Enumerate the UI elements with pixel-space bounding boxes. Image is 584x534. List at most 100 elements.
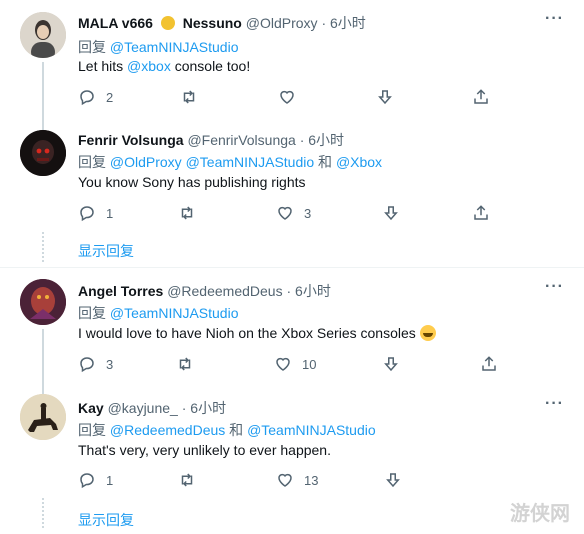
display-name[interactable]: Angel Torres: [78, 283, 163, 299]
timestamp[interactable]: · 6小时: [300, 132, 344, 148]
like-button[interactable]: [278, 86, 296, 108]
retweet-icon: [181, 206, 193, 220]
avatar[interactable]: [20, 12, 66, 58]
tweet-header: Angel Torres @RedeemedDeus · 6小时: [78, 281, 331, 301]
reply-button[interactable]: 1: [78, 202, 113, 224]
heart-icon: [280, 90, 294, 104]
share-button[interactable]: [472, 202, 490, 224]
show-replies-link[interactable]: 显示回复: [78, 510, 134, 530]
avatar[interactable]: [20, 130, 66, 176]
downvote-button[interactable]: [382, 353, 400, 375]
like-button[interactable]: 10: [274, 353, 316, 375]
reply-icon: [80, 473, 94, 489]
handle[interactable]: @kayjune_: [108, 400, 178, 416]
handle[interactable]: @OldProxy: [246, 15, 318, 31]
downvote-button[interactable]: [382, 202, 400, 224]
retweet-button[interactable]: [178, 202, 196, 224]
arrow-down-icon: [384, 357, 398, 372]
thread-more-connector: [42, 232, 46, 262]
share-button[interactable]: [480, 353, 498, 375]
reply-button[interactable]: 2: [78, 86, 113, 108]
mention-link[interactable]: @RedeemedDeus: [110, 422, 225, 438]
tweet-4[interactable]: Kay @kayjune_ · 6小时 ··· 回复 @RedeemedDeus…: [0, 386, 584, 534]
retweet-icon: [183, 90, 195, 104]
reply-and: 和: [314, 154, 336, 170]
arrow-down-icon: [386, 473, 400, 488]
tweet-actions: 2: [78, 86, 498, 108]
reply-count: 1: [106, 472, 114, 488]
arrow-down-icon: [378, 90, 392, 105]
reply-prefix: 回复: [78, 422, 106, 438]
more-options-button[interactable]: ···: [545, 10, 564, 28]
mention-link[interactable]: @xbox: [127, 58, 171, 74]
retweet-button[interactable]: [180, 86, 198, 108]
reply-icon: [80, 90, 94, 106]
arrow-down-icon: [384, 206, 398, 221]
mention-link[interactable]: @TeamNINJAStudio: [110, 39, 239, 55]
share-icon: [482, 356, 496, 371]
retweet-button[interactable]: [176, 353, 194, 375]
reply-button[interactable]: 1: [78, 469, 113, 491]
reply-button[interactable]: 3: [78, 353, 113, 375]
like-button[interactable]: 3: [276, 202, 311, 224]
reply-context: 回复 @RedeemedDeus 和 @TeamNINJAStudio: [78, 420, 376, 440]
reply-count: 2: [106, 89, 114, 105]
heart-icon: [278, 206, 292, 220]
reply-context: 回复 @TeamNINJAStudio: [78, 37, 238, 57]
downvote-button[interactable]: [384, 469, 402, 491]
display-name[interactable]: Kay: [78, 400, 104, 416]
reply-icon: [80, 206, 94, 222]
timestamp[interactable]: · 6小时: [321, 15, 365, 31]
tweet-3[interactable]: Angel Torres @RedeemedDeus · 6小时 ··· 回复 …: [0, 268, 584, 395]
like-count: 13: [304, 472, 319, 488]
avatar[interactable]: [20, 394, 66, 440]
tweet-text: That's very, very unlikely to ever happe…: [78, 442, 331, 458]
tweet-text: I would love to have Nioh on the Xbox Se…: [78, 325, 436, 341]
display-name[interactable]: MALA v666: [78, 15, 153, 31]
tweet-actions: 1 3: [78, 202, 498, 224]
timestamp[interactable]: · 6小时: [182, 400, 226, 416]
reply-and: 和: [225, 422, 248, 438]
share-icon: [474, 205, 488, 220]
downvote-button[interactable]: [376, 86, 394, 108]
reply-count: 1: [106, 205, 114, 221]
show-replies-link[interactable]: 显示回复: [78, 241, 134, 261]
more-options-button[interactable]: ···: [545, 278, 564, 296]
timestamp[interactable]: · 6小时: [286, 283, 330, 299]
handle[interactable]: @RedeemedDeus: [167, 283, 282, 299]
tweet-text: Let hits @xbox console too!: [78, 58, 250, 74]
reply-prefix: 回复: [78, 154, 106, 170]
watermark-text: 游侠网: [510, 503, 570, 525]
tweet-header: Kay @kayjune_ · 6小时: [78, 398, 226, 418]
display-name[interactable]: Fenrir Volsunga: [78, 132, 184, 148]
avatar[interactable]: [20, 279, 66, 325]
tweet-text-part: console too!: [170, 58, 251, 74]
tweet-text-part: Let hits: [78, 58, 128, 74]
handle[interactable]: @FenrirVolsunga: [187, 132, 295, 148]
mention-link[interactable]: @Xbox: [336, 154, 382, 170]
tweet-actions: 3 10: [78, 353, 498, 375]
share-icon: [474, 89, 488, 104]
like-button[interactable]: 13: [276, 469, 318, 491]
reply-icon: [80, 357, 94, 373]
tweet-1[interactable]: MALA v666 Nessuno @OldProxy · 6小时 ··· 回复…: [0, 0, 584, 132]
display-name-suffix: Nessuno: [182, 15, 242, 31]
tweet-header: MALA v666 Nessuno @OldProxy · 6小时: [78, 13, 366, 33]
mention-link[interactable]: @TeamNINJAStudio: [110, 305, 239, 321]
mention-link[interactable]: @TeamNINJAStudio: [247, 422, 376, 438]
more-options-button[interactable]: ···: [545, 395, 564, 413]
reply-prefix: 回复: [78, 39, 106, 55]
tweet-text: You know Sony has publishing rights: [78, 174, 306, 190]
tweet-text-part: I would love to have Nioh on the Xbox Se…: [78, 325, 420, 341]
mention-link[interactable]: @OldProxy @TeamNINJAStudio: [110, 154, 314, 170]
tweet-actions: 1 13: [78, 469, 498, 491]
retweet-button[interactable]: [178, 469, 196, 491]
tweet-header: Fenrir Volsunga @FenrirVolsunga · 6小时: [78, 130, 344, 150]
share-button[interactable]: [472, 86, 490, 108]
watermark-logo: 游侠网: [510, 497, 570, 526]
heart-icon: [276, 357, 290, 371]
reply-context: 回复 @TeamNINJAStudio: [78, 303, 238, 323]
tweet-2[interactable]: Fenrir Volsunga @FenrirVolsunga · 6小时 回复…: [0, 120, 584, 268]
like-count: 10: [302, 356, 317, 372]
reply-context: 回复 @OldProxy @TeamNINJAStudio 和 @Xbox: [78, 152, 382, 172]
